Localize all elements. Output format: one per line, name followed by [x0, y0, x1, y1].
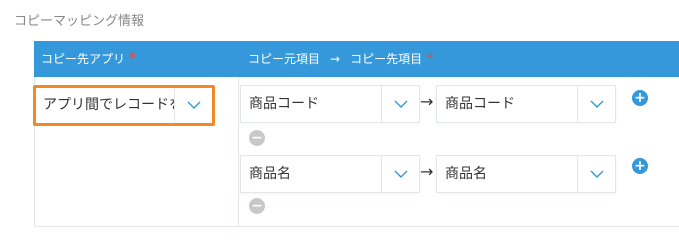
header-arrow: → — [330, 52, 341, 66]
target-app-select-value: アプリ間でレコードを — [43, 97, 175, 113]
plus-circle-icon: + — [634, 158, 646, 174]
column-divider — [238, 77, 239, 227]
target-field-select-dropdown[interactable] — [577, 86, 615, 122]
target-field-select[interactable]: 商品コード — [436, 85, 616, 123]
chevron-down-icon — [590, 100, 604, 108]
header-col-target-label: コピー先項目 — [350, 52, 423, 66]
required-mark: * — [129, 51, 137, 67]
target-field-select-dropdown[interactable] — [577, 156, 615, 192]
chevron-down-icon — [394, 100, 408, 108]
target-field-select[interactable]: 商品名 — [436, 155, 616, 193]
chevron-down-icon — [590, 170, 604, 178]
target-app-select-dropdown[interactable] — [174, 88, 212, 123]
target-field-select-value: 商品コード — [445, 96, 515, 112]
header-col-mapping: コピー元項目 → コピー先項目 * — [248, 41, 433, 77]
source-field-select-value: 商品名 — [249, 166, 291, 182]
remove-row-button[interactable]: − — [249, 198, 265, 214]
target-field-select-value: 商品名 — [445, 166, 487, 182]
header-col-target-app: コピー先アプリ * — [41, 41, 136, 77]
source-field-select-value: 商品コード — [249, 96, 319, 112]
required-mark: * — [426, 51, 434, 67]
chevron-down-icon — [394, 170, 408, 178]
chevron-down-icon — [187, 101, 201, 109]
target-app-select[interactable]: アプリ間でレコードを — [33, 85, 215, 126]
remove-row-button[interactable]: − — [249, 130, 265, 146]
source-field-select[interactable]: 商品名 — [240, 155, 420, 193]
mapping-table-header: コピー先アプリ * コピー元項目 → コピー先項目 * — [34, 41, 679, 77]
source-field-select[interactable]: 商品コード — [240, 85, 420, 123]
header-col-source-label: コピー元項目 — [248, 52, 321, 66]
minus-circle-icon: − — [251, 198, 263, 214]
add-row-button[interactable]: + — [632, 158, 648, 174]
source-field-select-dropdown[interactable] — [381, 86, 419, 122]
mapping-arrow: → — [420, 92, 434, 111]
mapping-arrow: → — [420, 162, 434, 181]
header-col-target-app-label: コピー先アプリ — [41, 52, 126, 66]
minus-circle-icon: − — [251, 130, 263, 146]
source-field-select-dropdown[interactable] — [381, 156, 419, 192]
section-title: コピーマッピング情報 — [14, 14, 145, 29]
add-row-button[interactable]: + — [632, 90, 648, 106]
plus-circle-icon: + — [634, 90, 646, 106]
